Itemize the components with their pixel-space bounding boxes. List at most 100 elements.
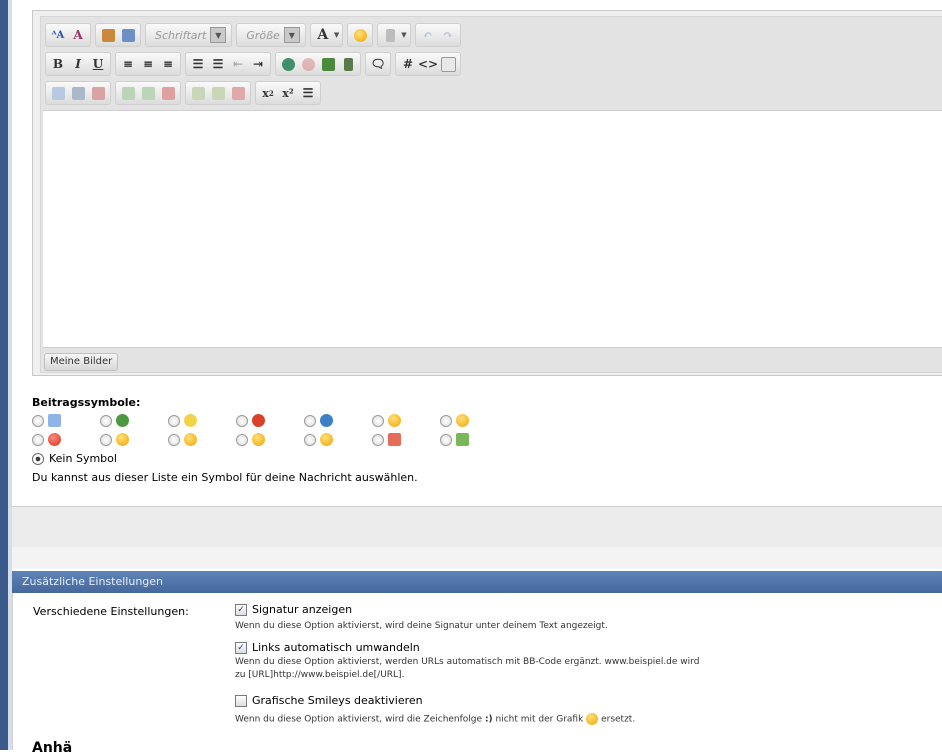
symbol-option[interactable] xyxy=(440,433,469,446)
align-left-icon[interactable]: ≡ xyxy=(119,55,137,73)
quote-button[interactable]: 🗨 xyxy=(365,52,391,76)
chevron-down-icon: ▼ xyxy=(401,31,407,39)
symbol-option[interactable] xyxy=(32,433,61,446)
toolbar-group-insert xyxy=(275,52,361,76)
radio-button[interactable] xyxy=(236,433,248,446)
media-icon[interactable] xyxy=(339,55,357,73)
bold-button[interactable]: B xyxy=(49,55,67,73)
attachment-button[interactable]: ▼ xyxy=(377,23,411,47)
radio-button[interactable] xyxy=(304,433,316,446)
symbol-option[interactable] xyxy=(440,414,469,427)
symbol-option[interactable] xyxy=(168,433,197,446)
disable-smileys-checkbox[interactable] xyxy=(235,694,247,707)
option-disable-smileys: Grafische Smileys deaktivieren Wenn du d… xyxy=(235,694,635,727)
delete-row-icon[interactable] xyxy=(159,84,177,102)
smiley-button[interactable] xyxy=(347,23,374,47)
insert-row-below-icon[interactable] xyxy=(139,84,157,102)
autolinks-description-2: zu [URL]http://www.beispiel.de[/URL]. xyxy=(235,670,405,680)
radio-button[interactable] xyxy=(168,433,180,446)
toolbar-group-paste xyxy=(95,23,141,47)
radio-button[interactable] xyxy=(100,433,112,446)
align-right-icon[interactable]: ≡ xyxy=(159,55,177,73)
horizontal-rule-icon[interactable]: ☰ xyxy=(299,84,317,102)
cool-smiley-icon xyxy=(388,414,401,427)
paperclip-icon xyxy=(385,28,395,42)
indent-icon[interactable]: ⇥ xyxy=(249,55,267,73)
toolbar-group-code: # <> xyxy=(395,52,461,76)
image-icon[interactable] xyxy=(319,55,337,73)
sad-smiley-icon xyxy=(320,433,333,446)
radio-button[interactable] xyxy=(236,414,248,427)
subscript-button[interactable]: x2 xyxy=(259,84,277,102)
radio-button[interactable] xyxy=(372,414,384,427)
thumbs-up-icon xyxy=(456,433,469,446)
undo-icon[interactable]: ↶ xyxy=(419,26,437,44)
symbol-option[interactable] xyxy=(100,433,129,446)
remove-format-button[interactable]: A xyxy=(69,26,87,44)
symbol-option[interactable] xyxy=(100,414,129,427)
insert-column-left-icon[interactable] xyxy=(189,84,207,102)
redo-icon[interactable]: ↷ xyxy=(439,26,457,44)
font-style-button[interactable]: ᴬA xyxy=(49,26,67,44)
align-center-icon[interactable]: ≡ xyxy=(139,55,157,73)
no-symbol-option[interactable]: Kein Symbol xyxy=(32,452,117,465)
size-select[interactable]: Größe ▼ xyxy=(236,23,306,47)
symbol-option[interactable] xyxy=(372,414,401,427)
message-textarea[interactable] xyxy=(43,110,942,348)
smiley-code: :) xyxy=(484,714,493,725)
symbol-option[interactable] xyxy=(372,433,401,446)
post-symbols-title: Beitragssymbole: xyxy=(32,396,141,409)
autolinks-checkbox[interactable]: ✓ xyxy=(235,641,247,654)
additional-settings-header: Zusätzliche Einstellungen xyxy=(12,571,942,593)
font-color-button[interactable]: A ▼ xyxy=(309,23,344,47)
toolbar-group-history: ↶ ↷ xyxy=(414,23,461,47)
toolbar-group-table xyxy=(45,81,111,105)
ordered-list-icon[interactable]: ☰ xyxy=(189,55,207,73)
autolinks-label[interactable]: Links automatisch umwandeln xyxy=(252,641,420,654)
meine-bilder-tab[interactable]: Meine Bilder xyxy=(44,353,119,371)
paste-word-icon[interactable] xyxy=(119,26,137,44)
font-select[interactable]: Schriftart ▼ xyxy=(145,23,233,47)
radio-button[interactable] xyxy=(440,433,452,446)
delete-table-icon[interactable] xyxy=(89,84,107,102)
insert-column-right-icon[interactable] xyxy=(209,84,227,102)
symbol-option[interactable] xyxy=(168,414,197,427)
radio-button[interactable] xyxy=(32,452,44,465)
link-icon[interactable] xyxy=(279,55,297,73)
radio-button[interactable] xyxy=(32,433,44,446)
radio-button[interactable] xyxy=(168,414,180,427)
insert-row-above-icon[interactable] xyxy=(119,84,137,102)
paste-icon[interactable] xyxy=(99,26,117,44)
radio-button[interactable] xyxy=(100,414,112,427)
misc-settings-label: Verschiedene Einstellungen: xyxy=(33,605,189,618)
insert-table-icon[interactable] xyxy=(49,84,67,102)
radio-button[interactable] xyxy=(304,414,316,427)
signature-checkbox[interactable]: ✓ xyxy=(235,603,247,616)
outdent-icon[interactable]: ⇤ xyxy=(229,55,247,73)
symbol-option[interactable] xyxy=(304,433,333,446)
symbol-option[interactable] xyxy=(304,414,333,427)
radio-button[interactable] xyxy=(372,433,384,446)
php-icon[interactable] xyxy=(439,55,457,73)
hash-button[interactable]: # xyxy=(399,55,417,73)
exclamation-icon xyxy=(252,414,265,427)
symbol-option[interactable] xyxy=(32,414,61,427)
no-symbol-label: Kein Symbol xyxy=(49,452,117,465)
signature-label[interactable]: Signatur anzeigen xyxy=(252,603,352,616)
italic-button[interactable]: I xyxy=(69,55,87,73)
code-button[interactable]: <> xyxy=(418,55,438,73)
underline-button[interactable]: U xyxy=(89,55,107,73)
delete-column-icon[interactable] xyxy=(229,84,247,102)
table-properties-icon[interactable] xyxy=(69,84,87,102)
toolbar-group-rows xyxy=(115,81,181,105)
unlink-icon[interactable] xyxy=(299,55,317,73)
superscript-button[interactable]: x² xyxy=(279,84,297,102)
symbol-option[interactable] xyxy=(236,414,265,427)
option-signature: ✓ Signatur anzeigen Wenn du diese Option… xyxy=(235,603,608,633)
radio-button[interactable] xyxy=(440,414,452,427)
unordered-list-icon[interactable]: ☰ xyxy=(209,55,227,73)
disable-smileys-label[interactable]: Grafische Smileys deaktivieren xyxy=(252,694,423,707)
radio-button[interactable] xyxy=(32,414,44,427)
toolbar-group-align: ≡ ≡ ≡ xyxy=(115,52,181,76)
symbol-option[interactable] xyxy=(236,433,265,446)
